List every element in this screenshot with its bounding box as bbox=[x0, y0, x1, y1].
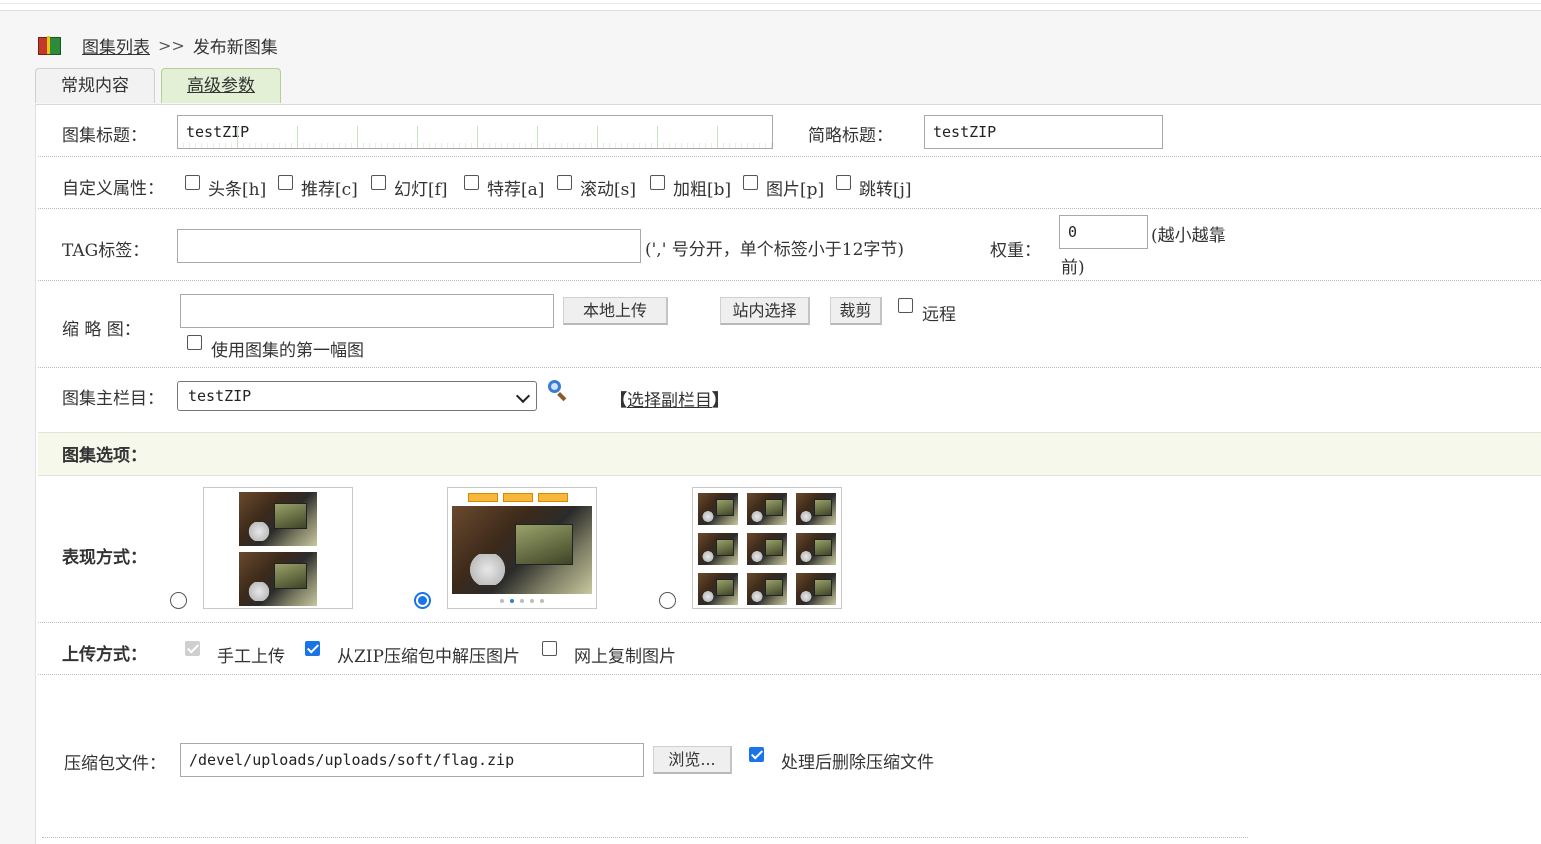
flag-checkbox-s[interactable] bbox=[557, 175, 572, 190]
tab-general[interactable]: 常规内容 bbox=[35, 68, 155, 103]
breadcrumb-separator: >> bbox=[158, 35, 185, 55]
flag-label-b: 加粗[b] bbox=[673, 180, 732, 200]
sub-column-link-wrapper: 【选择副栏目】 bbox=[610, 386, 729, 411]
remote-label: 远程 bbox=[922, 305, 956, 325]
sub-column-bracket-open: 【 bbox=[610, 391, 627, 411]
weight-hint-line2: 前) bbox=[1061, 258, 1085, 278]
chevron-down-icon bbox=[515, 388, 531, 404]
options-header: 图集选项： bbox=[62, 446, 147, 466]
title-length-ruler bbox=[178, 126, 772, 148]
weight-label: 权重： bbox=[990, 241, 1041, 261]
title-input-value: testZIP bbox=[186, 123, 250, 141]
flag-checkbox-h[interactable] bbox=[185, 175, 200, 190]
tag-input[interactable] bbox=[177, 229, 641, 263]
search-icon[interactable] bbox=[548, 380, 570, 402]
display-mode-radio-list[interactable] bbox=[170, 592, 187, 609]
breadcrumb-current: 发布新图集 bbox=[192, 37, 278, 58]
remote-checkbox[interactable] bbox=[898, 298, 913, 313]
row-divider bbox=[38, 367, 1541, 368]
row-divider bbox=[38, 622, 1541, 623]
thumbnail-input[interactable] bbox=[180, 294, 554, 328]
flag-checkbox-p[interactable] bbox=[743, 175, 758, 190]
thumbnail-label: 缩 略 图： bbox=[62, 320, 141, 340]
row-divider bbox=[38, 280, 1541, 281]
zip-upload-checkbox[interactable] bbox=[305, 641, 320, 656]
short-title-input[interactable]: testZIP bbox=[924, 115, 1163, 149]
breadcrumb: 图集列表 >> 发布新图集 bbox=[38, 32, 278, 58]
flag-label-f: 幻灯[f] bbox=[394, 180, 448, 200]
use-first-image-checkbox[interactable] bbox=[187, 335, 202, 350]
delete-after-checkbox[interactable] bbox=[749, 747, 764, 762]
pause-icon bbox=[503, 493, 533, 502]
sub-column-bracket-close: 】 bbox=[712, 391, 729, 411]
flag-label-a: 特荐[a] bbox=[487, 180, 545, 200]
breadcrumb-gallery-list-link[interactable]: 图集列表 bbox=[82, 33, 150, 58]
flag-checkbox-c[interactable] bbox=[278, 175, 293, 190]
site-select-button[interactable]: 站内选择 bbox=[720, 297, 810, 325]
flag-label-h: 头条[h] bbox=[208, 180, 267, 200]
manual-upload-checkbox bbox=[185, 641, 200, 656]
web-copy-checkbox[interactable] bbox=[542, 641, 557, 656]
top-scroll-edge bbox=[0, 0, 1541, 11]
title-label: 图集标题： bbox=[62, 126, 147, 146]
zip-file-label: 压缩包文件： bbox=[64, 754, 166, 774]
flag-label-c: 推荐[c] bbox=[301, 180, 358, 200]
display-mode-radio-slideshow[interactable] bbox=[414, 592, 431, 609]
main-column-select[interactable]: testZIP bbox=[177, 381, 537, 411]
browse-button[interactable]: 浏览... bbox=[653, 746, 732, 774]
flag-checkbox-b[interactable] bbox=[650, 175, 665, 190]
short-title-label: 简略标题： bbox=[808, 126, 893, 146]
row-divider bbox=[42, 837, 1248, 838]
preview-photo bbox=[239, 492, 317, 546]
preview-photo bbox=[452, 506, 592, 594]
flag-label-j: 跳转[j] bbox=[859, 180, 912, 200]
flag-checkbox-j[interactable] bbox=[836, 175, 851, 190]
weight-input[interactable]: 0 bbox=[1059, 215, 1148, 249]
main-column-selected: testZIP bbox=[188, 387, 252, 405]
custom-attr-label: 自定义属性： bbox=[62, 179, 164, 199]
slide-dots bbox=[448, 599, 596, 605]
preview-photo bbox=[239, 552, 317, 606]
display-mode-preview-slideshow bbox=[447, 487, 597, 609]
options-header-bar bbox=[38, 432, 1541, 476]
sub-column-link[interactable]: 选择副栏目 bbox=[627, 391, 712, 411]
manual-upload-label: 手工上传 bbox=[217, 647, 285, 667]
upload-mode-label: 上传方式： bbox=[62, 645, 147, 665]
prev-icon bbox=[468, 493, 498, 502]
row-divider bbox=[38, 208, 1541, 209]
use-first-image-label: 使用图集的第一幅图 bbox=[211, 341, 364, 361]
weight-hint-line1: (越小越靠 bbox=[1151, 226, 1226, 246]
tag-hint: (',' 号分开，单个标签小于12字节) bbox=[645, 240, 905, 260]
main-column-label: 图集主栏目： bbox=[62, 389, 164, 409]
display-mode-preview-list bbox=[203, 487, 353, 609]
flag-checkbox-f[interactable] bbox=[371, 175, 386, 190]
title-input[interactable]: testZIP bbox=[177, 115, 773, 149]
tab-advanced[interactable]: 高级参数 bbox=[161, 68, 281, 103]
tag-label: TAG标签： bbox=[62, 241, 150, 261]
zip-upload-label: 从ZIP压缩包中解压图片 bbox=[337, 647, 520, 667]
flag-checkbox-a[interactable] bbox=[464, 175, 479, 190]
display-mode-preview-grid bbox=[692, 487, 842, 609]
delete-after-label: 处理后删除压缩文件 bbox=[781, 753, 934, 773]
display-mode-label: 表现方式： bbox=[62, 548, 147, 568]
display-mode-radio-grid[interactable] bbox=[659, 592, 676, 609]
web-copy-label: 网上复制图片 bbox=[574, 647, 676, 667]
next-icon bbox=[538, 493, 568, 502]
row-divider bbox=[38, 156, 1541, 157]
local-upload-button[interactable]: 本地上传 bbox=[563, 297, 668, 325]
crop-button[interactable]: 裁剪 bbox=[830, 297, 882, 325]
flag-label-s: 滚动[s] bbox=[580, 180, 636, 200]
flag-label-p: 图片[p] bbox=[766, 180, 825, 200]
book-icon bbox=[38, 36, 61, 55]
zip-file-input[interactable]: /devel/uploads/uploads/soft/flag.zip bbox=[180, 743, 644, 777]
row-divider bbox=[38, 674, 1541, 675]
